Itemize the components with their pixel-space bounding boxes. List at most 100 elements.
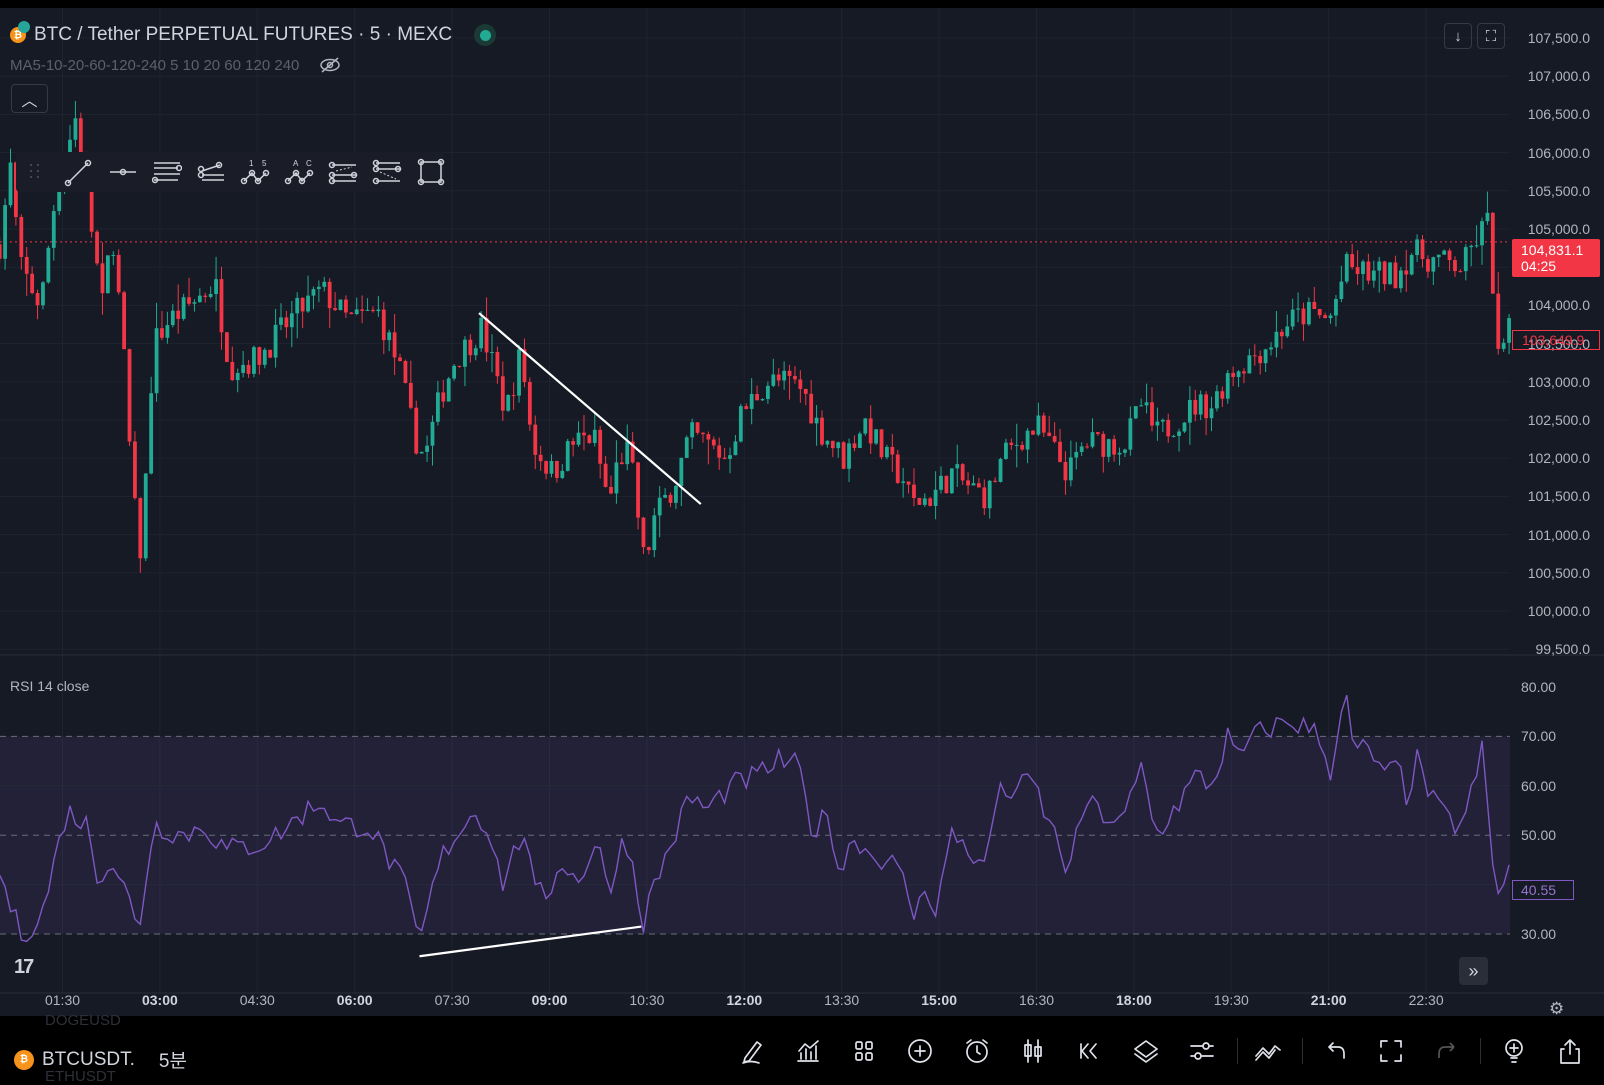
time-tick: 12:00: [726, 992, 763, 1008]
candle-body: [214, 279, 218, 294]
parallel-channel-tool[interactable]: [152, 157, 182, 187]
candle: [457, 365, 462, 368]
bar-style-button[interactable]: [1018, 1036, 1048, 1066]
rectangle-tool[interactable]: [416, 157, 446, 187]
candle-body: [847, 443, 851, 469]
candle: [46, 245, 51, 284]
candle: [684, 435, 689, 459]
prev-symbol[interactable]: DOGEUSD: [45, 1012, 121, 1029]
fullscreen-button[interactable]: ⛶: [1477, 23, 1505, 49]
undo-icon: [1328, 1042, 1345, 1059]
rsi-title[interactable]: RSI 14 close: [10, 678, 89, 694]
undo-button[interactable]: [1320, 1036, 1350, 1066]
add-circle-icon: [908, 1039, 932, 1063]
drag-handle-tool[interactable]: [20, 157, 50, 187]
scroll-to-latest-button[interactable]: ↓: [1444, 23, 1472, 49]
fib-extension-tool[interactable]: [372, 157, 402, 187]
candle-body: [1344, 254, 1349, 282]
candle-body: [933, 489, 938, 506]
replay-button[interactable]: [1074, 1036, 1104, 1066]
candle-body: [592, 429, 597, 443]
indicators-button[interactable]: [793, 1036, 823, 1066]
candle: [1496, 272, 1501, 355]
candle: [333, 292, 337, 312]
candle: [463, 336, 467, 387]
candle-body: [711, 439, 716, 446]
pitchfork-tool[interactable]: [196, 157, 226, 187]
lightbulb-button[interactable]: [1499, 1036, 1529, 1066]
candle: [1350, 243, 1355, 270]
trend-line-tool[interactable]: [64, 157, 94, 187]
time-tick: 07:30: [434, 992, 470, 1008]
eye-off-icon[interactable]: [319, 56, 341, 74]
candle: [19, 214, 24, 270]
candle-body: [1101, 433, 1106, 457]
candle: [203, 292, 208, 303]
candle-body: [1247, 355, 1252, 374]
horizontal-ray-tool[interactable]: [108, 157, 138, 187]
fullscreen-button[interactable]: [1376, 1036, 1406, 1066]
ideas-button[interactable]: [1253, 1036, 1283, 1066]
candle-body: [500, 376, 505, 411]
price-tick: 104,000.0: [1527, 297, 1590, 314]
candle-body: [533, 424, 538, 455]
candle: [879, 429, 884, 460]
toolbar-divider: [1480, 1038, 1481, 1064]
candle-body: [192, 302, 197, 304]
market-status-icon[interactable]: [474, 24, 497, 46]
chart-area[interactable]: ₿ BTC / Tether PERPETUAL FUTURES · 5 · M…: [0, 8, 1604, 1018]
candle: [354, 297, 359, 316]
settings-sliders-button[interactable]: [1187, 1036, 1217, 1066]
alarm-button[interactable]: [962, 1036, 992, 1066]
rsi-band-fill: [0, 736, 1510, 934]
draw-pen-button[interactable]: [737, 1036, 767, 1066]
candle: [338, 299, 343, 311]
time-tick: 09:00: [531, 992, 568, 1008]
candle: [230, 346, 235, 381]
candle: [765, 381, 770, 404]
candle: [484, 297, 489, 362]
add-circle-button[interactable]: [905, 1036, 935, 1066]
candle-body: [1350, 254, 1355, 268]
candle: [1139, 398, 1144, 407]
share-button[interactable]: [1555, 1036, 1585, 1066]
layout-grid-button[interactable]: [849, 1036, 879, 1066]
candle: [279, 303, 283, 331]
candle-body: [744, 406, 749, 409]
candle-body: [284, 317, 289, 328]
candle: [408, 360, 413, 410]
candle: [1312, 286, 1317, 310]
redo-button[interactable]: [1433, 1036, 1463, 1066]
arrow-down-icon: ↓: [1454, 27, 1462, 45]
candle-body: [122, 292, 127, 350]
candle-body: [1442, 250, 1447, 255]
candle-body: [825, 440, 830, 445]
abcd-pattern-tool[interactable]: AC: [284, 157, 314, 187]
candle: [452, 363, 457, 381]
candle-body: [1263, 349, 1268, 364]
next-symbol[interactable]: ETHUSDT: [45, 1068, 116, 1085]
candle-body: [354, 309, 359, 315]
xabcd-pattern-tool[interactable]: 15: [240, 157, 270, 187]
candle-body: [3, 205, 7, 259]
tradingview-logo[interactable]: 17: [14, 956, 34, 979]
price-tick: 100,000.0: [1527, 603, 1590, 619]
layers-button[interactable]: [1131, 1036, 1161, 1066]
symbol-title[interactable]: BTC / Tether PERPETUAL FUTURES · 5 · MEX…: [34, 24, 452, 46]
price-trendline[interactable]: [478, 312, 702, 505]
scroll-right-button[interactable]: »: [1459, 957, 1488, 985]
ma-indicator-label[interactable]: MA5-10-20-60-120-240 5 10 20 60 120 240: [10, 57, 299, 74]
candle: [895, 449, 900, 485]
symbol-header[interactable]: ₿ BTC / Tether PERPETUAL FUTURES · 5 · M…: [10, 21, 497, 46]
candle: [284, 310, 289, 339]
candle-body: [506, 395, 511, 411]
candle: [138, 497, 143, 573]
candle-body: [868, 418, 873, 444]
candle-body: [490, 352, 494, 354]
indicator-legend[interactable]: MA5-10-20-60-120-240 5 10 20 60 120 240: [10, 56, 341, 74]
collapse-legend-button[interactable]: ︿: [11, 84, 48, 113]
candle-body: [1031, 430, 1035, 435]
candle: [836, 441, 841, 458]
interval-selector[interactable]: 5분: [159, 1046, 187, 1073]
fib-retracement-tool[interactable]: [328, 157, 358, 187]
